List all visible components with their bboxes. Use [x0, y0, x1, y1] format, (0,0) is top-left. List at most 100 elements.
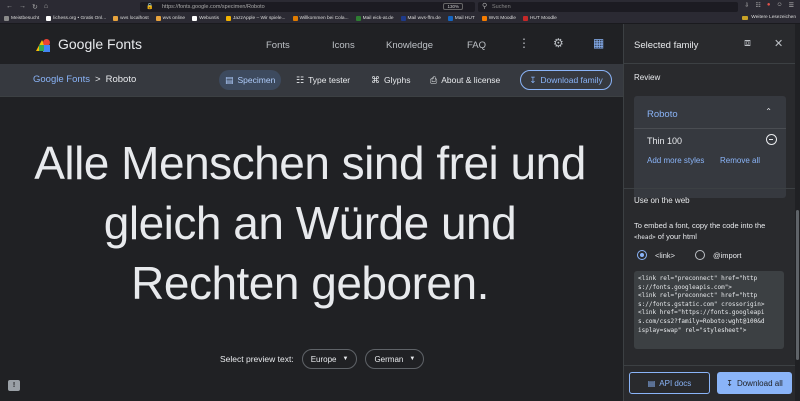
bookmark-item[interactable]: wvs online	[155, 16, 185, 21]
selected-family-panel: Selected family ⧈ ✕ Review Roboto ⌃ Thin…	[623, 24, 796, 401]
bookmark-favicon-icon	[400, 16, 406, 21]
nav-icons[interactable]: Icons	[332, 40, 355, 51]
bookmark-item[interactable]: Meistbesucht	[4, 16, 39, 21]
tab-specimen-label: Specimen	[237, 75, 276, 85]
api-docs-label: API docs	[659, 378, 692, 388]
forward-icon[interactable]: →	[19, 3, 26, 11]
nav-faq[interactable]: FAQ	[467, 40, 486, 51]
bookmark-favicon-icon	[192, 16, 198, 21]
bookmark-item[interactable]: Mail wvs-ffm.de	[400, 16, 441, 21]
bookmark-label: HUT Moodle	[529, 16, 557, 21]
preview-text-selector: Select preview text: Europe ▼ German ▼	[220, 349, 425, 369]
download-all-button[interactable]: ↧ Download all	[717, 372, 792, 394]
back-icon[interactable]: ←	[6, 3, 13, 11]
language-select[interactable]: German ▼	[365, 349, 425, 369]
bookmark-item[interactable]: Mail HUT	[447, 16, 475, 21]
code-line: isplay=swap" rel="stylesheet">	[638, 326, 747, 334]
reload-icon[interactable]: ↻	[32, 3, 38, 11]
api-docs-button[interactable]: ▤ API docs	[629, 372, 710, 394]
bookmark-item[interactable]: HUT Moodle	[522, 16, 557, 21]
embed-code-block[interactable]: <link rel="preconnect" href="http s://fon…	[634, 271, 784, 349]
zoom-badge[interactable]: 130%	[443, 3, 463, 10]
close-icon[interactable]: ✕	[774, 37, 783, 50]
more-vert-icon[interactable]: ⋮	[518, 36, 530, 50]
remove-all-link[interactable]: Remove all	[720, 156, 760, 165]
bookmark-label: Webuntis	[199, 16, 219, 21]
browser-extension-icons: ⇩ ☷ ● ☺ ☰	[744, 2, 794, 9]
address-bar[interactable]: 🔒 https://fonts.google.com/specimen/Robo…	[140, 2, 475, 12]
download-family-label: Download family	[540, 75, 603, 85]
bookmark-item[interactable]: wvs localhost	[113, 16, 149, 21]
library-icon[interactable]: ☷	[755, 2, 760, 9]
bookmark-label: Mail eick-at.de	[362, 16, 394, 21]
panel-scrollbar[interactable]	[795, 24, 800, 401]
panel-title: Selected family	[634, 40, 699, 51]
tab-glyphs[interactable]: ⌘ Glyphs	[365, 70, 416, 90]
review-heading: Review	[634, 73, 661, 82]
bookmark-label: wvs localhost	[120, 16, 149, 21]
breadcrumb-separator: >	[95, 74, 101, 85]
nav-fonts[interactable]: Fonts	[266, 40, 290, 51]
specimen-area: Alle Menschen sind frei und gleich an Wü…	[0, 97, 623, 401]
article-icon: ⎙	[430, 74, 438, 85]
region-value: Europe	[310, 354, 337, 364]
bookmark-label: lichess.org • Gratis Onl...	[53, 16, 107, 21]
search-icon: ⚲	[482, 3, 488, 10]
ublock-icon[interactable]: ●	[767, 2, 771, 9]
embed-intro: To embed a font, copy the code into the	[634, 221, 766, 230]
tab-specimen[interactable]: ▤ Specimen	[219, 70, 282, 90]
code-line: s://fonts.googleapis.com">	[638, 283, 732, 291]
account-icon[interactable]: ☺	[776, 2, 782, 9]
google-fonts-logo-icon	[36, 36, 52, 52]
bookmark-favicon-icon	[4, 16, 9, 21]
logo-text: Google Fonts	[58, 36, 143, 52]
bookmarks-bar: Meistbesucht lichess.org • Gratis Onl... w…	[0, 14, 800, 24]
other-bookmarks[interactable]: Weitere Lesezeichen	[742, 15, 796, 20]
family-name: Roboto	[647, 109, 678, 120]
bookmark-item[interactable]: lichess.org • Gratis Onl...	[46, 16, 106, 21]
scrollbar-thumb[interactable]	[796, 210, 799, 360]
radio-import[interactable]	[695, 250, 706, 260]
embed-head-tag: <head>	[634, 234, 656, 241]
menu-icon[interactable]: ☰	[789, 2, 794, 9]
bookmark-favicon-icon	[292, 16, 298, 21]
radio-link[interactable]	[637, 250, 647, 260]
breadcrumb-root-link[interactable]: Google Fonts	[33, 74, 90, 85]
google-fonts-logo[interactable]: Google Fonts	[36, 36, 142, 52]
tab-type-tester[interactable]: ☷ Type tester	[290, 70, 356, 90]
bookmark-favicon-icon	[355, 16, 361, 21]
preview-text-label: Select preview text:	[220, 354, 294, 364]
browser-nav: ← → ↻ ⌂	[0, 3, 110, 11]
bookmark-item[interactable]: Willkommen bei Cola...	[292, 16, 349, 21]
selected-families-icon[interactable]: ▦	[593, 36, 604, 50]
bookmark-item[interactable]: WvS Moodle	[481, 16, 516, 21]
download-icon[interactable]: ⇩	[744, 2, 749, 9]
review-card: Roboto ⌃ Thin 100 Add more styles Remove…	[634, 96, 786, 198]
bookmark-label: Willkommen bei Cola...	[299, 16, 349, 21]
bookmark-favicon-icon	[226, 16, 231, 21]
chevron-up-icon[interactable]: ⌃	[765, 107, 772, 116]
bookmark-favicon-icon	[113, 16, 119, 21]
download-family-button[interactable]: ↧ Download family	[520, 70, 612, 90]
bookmark-item[interactable]: JazzApple – Wir spiele...	[226, 16, 286, 21]
other-bookmarks-label: Weitere Lesezeichen	[751, 15, 796, 20]
bookmark-item[interactable]: Webuntis	[192, 16, 219, 21]
region-select[interactable]: Europe ▼	[301, 349, 358, 369]
browser-search-input[interactable]: ⚲ Suchen	[478, 2, 738, 12]
radio-link-label: <link>	[655, 250, 676, 260]
share-icon[interactable]: ⧈	[744, 37, 751, 50]
feedback-icon[interactable]: !	[8, 380, 20, 391]
remove-circle-icon[interactable]	[766, 134, 777, 145]
breadcrumb-current: Roboto	[105, 74, 137, 85]
download-all-label: Download all	[736, 378, 783, 388]
bookmark-label: Mail wvs-ffm.de	[407, 16, 441, 21]
add-more-styles-link[interactable]: Add more styles	[647, 156, 704, 165]
tab-about-license[interactable]: ⎙ About & license	[424, 70, 506, 90]
code-icon: ▤	[647, 378, 656, 388]
home-icon[interactable]: ⌂	[44, 3, 48, 11]
nav-knowledge[interactable]: Knowledge	[386, 40, 433, 51]
bookmark-item[interactable]: Mail eick-at.de	[355, 16, 394, 21]
settings-gear-icon[interactable]: ⚙	[553, 36, 564, 50]
download-icon: ↧	[726, 378, 733, 388]
bookmark-favicon-icon	[46, 16, 52, 21]
